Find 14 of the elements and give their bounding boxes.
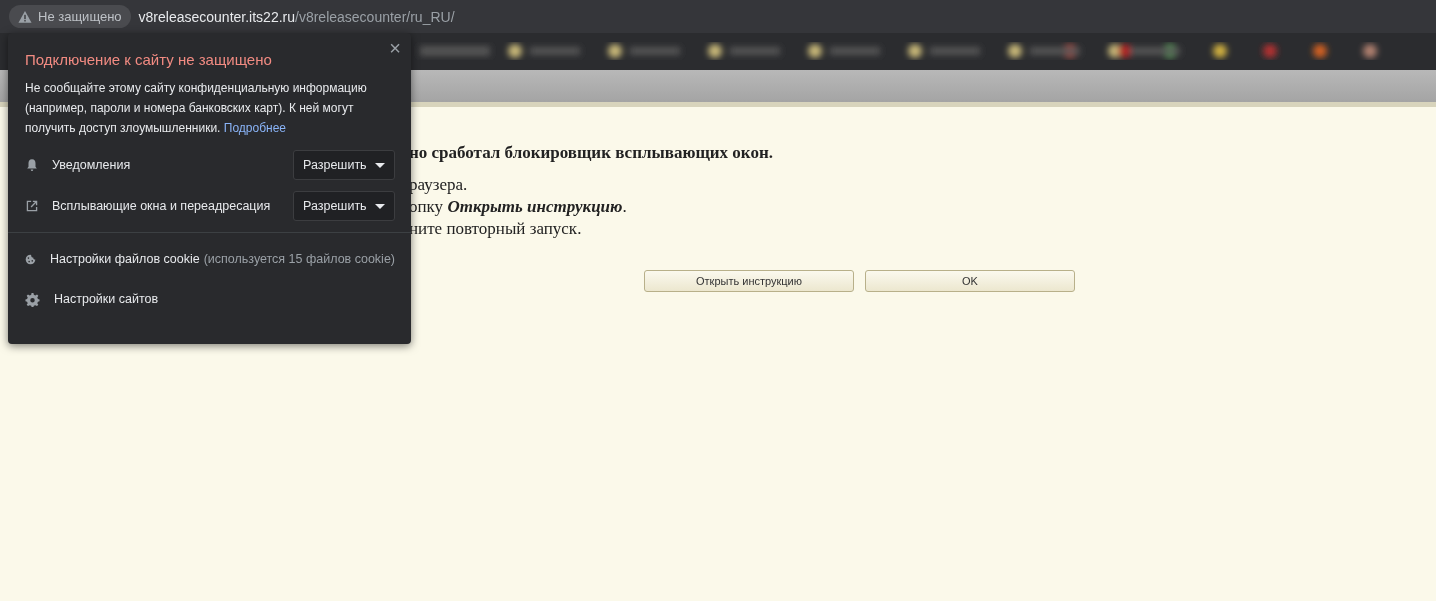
popup-title: Подключение к сайту не защищено bbox=[25, 51, 273, 68]
dialog-button[interactable]: OK bbox=[865, 270, 1075, 292]
settings-link[interactable]: Настройки файлов cookie (используется 15 файлов cookie) bbox=[25, 245, 395, 273]
dialog-button[interactable]: Открыть инструкцию bbox=[644, 270, 854, 292]
settings-link[interactable]: Настройки сайтов bbox=[25, 285, 395, 313]
url-text[interactable]: v8releasecounter.its22.ru/v8releasecounter/ru_RU/ bbox=[138, 8, 455, 25]
permission-label: Всплывающие окна и переадресация bbox=[52, 199, 272, 213]
close-button[interactable]: × bbox=[387, 37, 403, 59]
permission-label: Уведомления bbox=[52, 158, 132, 172]
more-link[interactable]: Подробнее bbox=[223, 121, 286, 135]
permission-dropdown[interactable]: Разрешить bbox=[293, 150, 395, 180]
warning-message: Не сообщайте этому сайту конфиденциальную информацию (например, пароли и номера банковских карт). К ней могут получить доступ злоумышленники. Подробнее bbox=[25, 80, 368, 137]
security-chip[interactable]: Не защищено bbox=[9, 5, 131, 28]
permission-dropdown[interactable]: Разрешить bbox=[293, 191, 395, 221]
